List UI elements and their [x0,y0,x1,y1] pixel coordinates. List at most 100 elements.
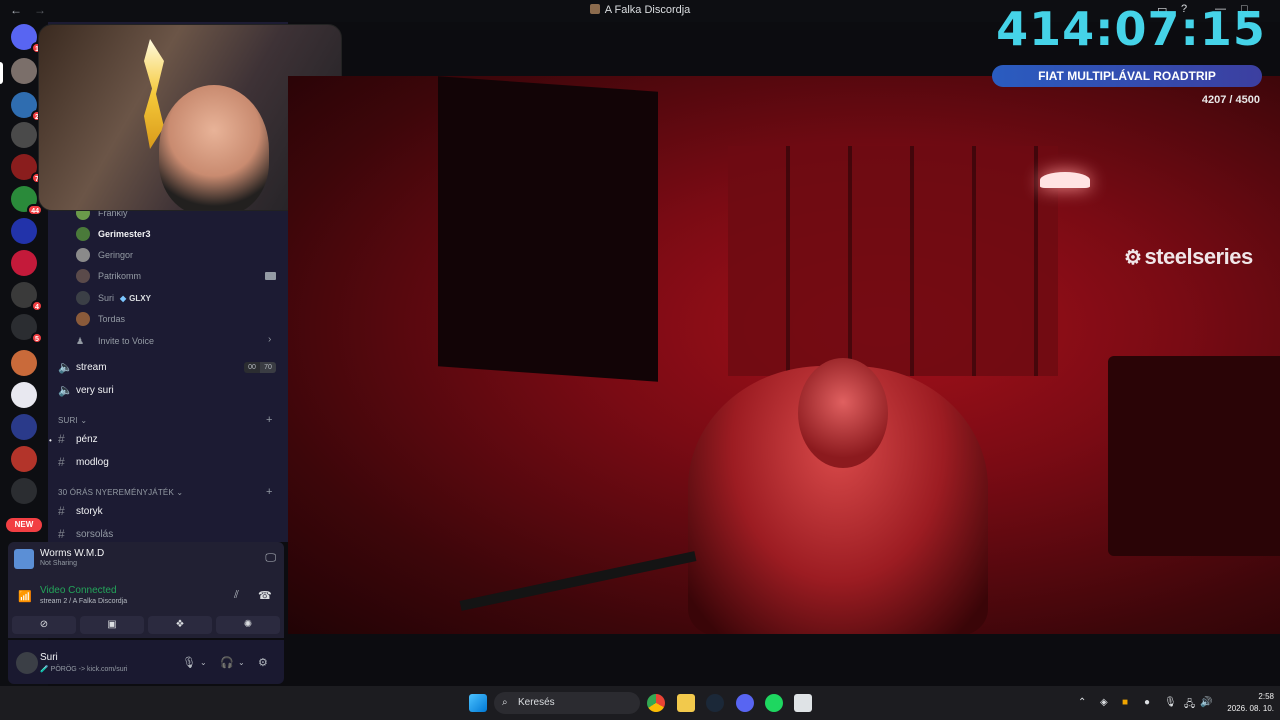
voice-member-patrikomm[interactable]: Patrikomm [76,267,141,285]
tray-steam-icon[interactable]: ◈ [1100,697,1108,708]
server-folder-icon[interactable]: 5 [11,314,43,344]
activities-icon: ❖ [175,619,185,630]
disconnect-icon[interactable]: ☎ [258,589,272,602]
hashtag-icon: # [58,455,65,469]
game-name: Worms W.M.D [40,548,105,559]
soundboard-button[interactable]: ✺ [216,616,280,634]
dark-doorway [438,76,658,382]
gem-icon: ◆ [120,293,127,303]
voice-member-suri[interactable]: Suri ◆ GLXY [76,289,151,307]
category-giveaway[interactable]: 30 ÓRÁS NYEREMÉNYJÁTÉK ⌄ [58,488,183,497]
camera-icon [265,272,276,280]
server-icon-11[interactable] [11,414,37,440]
soundboard-icon: ✺ [243,619,253,630]
discord-icon[interactable] [736,694,754,712]
add-channel-icon[interactable]: + [266,486,272,498]
text-channel-modlog[interactable]: # modlog [58,453,109,471]
file-explorer-icon[interactable] [677,694,695,712]
mic-arm [459,551,697,611]
category-suri[interactable]: suri ⌄ [58,416,87,425]
stream-video[interactable] [288,76,1280,634]
subathon-timer: 414:07:15 [996,2,1266,56]
bookshelf [728,146,1058,376]
new-badge: NEW [6,518,42,532]
windows-taskbar: ⌕ Keresés ⌃ ◈ ■ ● 🎙 🖧 🔊 2:58 2026. 08. 10… [0,686,1280,720]
goal-banner: FIAT MULTIPLÁVAL ROADTRIP [992,65,1262,87]
tray-volume-icon[interactable]: 🔊 [1200,697,1212,708]
steam-icon[interactable] [706,694,724,712]
activities-button[interactable]: ❖ [148,616,212,634]
server-icon-2[interactable]: 2 [11,92,43,122]
server-icon-4[interactable]: 7 [11,154,43,184]
server-icon-13[interactable] [11,478,37,504]
server-icon-3[interactable] [11,122,37,148]
speaker-icon: 🔈 [58,360,73,374]
invite-label: Invite to Voice [98,336,155,346]
chevron-down-icon[interactable]: ⌄ [238,658,245,667]
discord-home-icon[interactable]: 1 [11,24,43,54]
game-activity-panel: Worms W.M.D Not Sharing 🖵 [8,542,284,580]
user-panel: Suri 🧪 PÖRÖG -> kick.com/suri 🎙 ⌄ 🎧 ⌄ ⚙ [8,640,284,684]
voice-status-title[interactable]: Video Connected [40,585,117,596]
share-screen-icon[interactable]: 🖵 [265,552,276,565]
channel-label: sorsolás [76,528,114,540]
text-channel-sorsolas[interactable]: # sorsolás [58,525,113,543]
server-icon-5[interactable]: 44 [11,186,43,216]
text-channel-penz[interactable]: # pénz [58,430,98,448]
server-icon-8[interactable]: 4 [11,282,43,312]
voice-member-gerimester3[interactable]: Gerimester3 [76,225,151,243]
unread-marker: • [49,436,52,445]
member-name: Patrikomm [98,271,142,281]
headphones-icon[interactable]: 🎧 [220,656,234,669]
voice-member-tordas[interactable]: Tordas [76,310,125,328]
voice-user-count: 00 70 [244,362,276,373]
tray-chevron-up-icon[interactable]: ⌃ [1078,697,1086,708]
tray-network-icon[interactable]: 🖧 [1184,697,1195,714]
mention-badge: 5 [31,332,43,344]
channel-label: very suri [76,384,114,396]
server-logo-icon [589,4,600,14]
channel-label: modlog [76,456,109,468]
invite-to-voice-button[interactable]: ♟ Invite to Voice [76,332,154,350]
app-icon[interactable] [794,694,812,712]
voice-channel-stream[interactable]: 🔈 stream [58,358,107,376]
avatar [76,227,90,241]
server-icon-7[interactable] [11,250,37,276]
server-icon-1[interactable] [11,58,37,84]
member-name: Gerimester3 [98,229,151,239]
voice-status-subtitle[interactable]: stream 2 / A Falka Discordja [40,598,127,605]
user-name[interactable]: Suri [40,652,58,663]
tray-mic-icon[interactable]: 🎙 [1164,697,1177,708]
voice-member-geringor[interactable]: Geringor [76,246,133,264]
settings-gear-icon[interactable]: ⚙ [258,656,268,669]
chevron-right-icon: › [268,334,272,345]
camera-off-button[interactable]: ⊘ [12,616,76,634]
tag-label: GLXY [129,293,151,303]
server-icon-9[interactable] [11,350,37,376]
signal-icon: 📶 [18,591,32,603]
server-icon-10[interactable] [11,382,37,408]
hashtag-icon: # [58,527,65,541]
chevron-down-icon[interactable]: ⌄ [200,658,207,667]
game-share-status: Not Sharing [40,560,77,567]
server-icon-6[interactable] [11,218,37,244]
text-channel-storyk[interactable]: # storyk [58,502,103,520]
voice-channel-very-suri[interactable]: 🔈 very suri [58,381,114,399]
windows-start-icon[interactable] [469,694,487,712]
camera-off-icon: ⊘ [39,619,49,630]
member-name: Suri [98,293,115,303]
taskbar-search[interactable]: ⌕ Keresés [494,692,640,714]
tray-app-icon-2[interactable]: ● [1144,697,1150,708]
tray-app-icon[interactable]: ■ [1122,697,1128,708]
user-custom-status: 🧪 PÖRÖG -> kick.com/suri [40,666,128,673]
add-channel-icon[interactable]: + [266,414,272,426]
chrome-icon[interactable] [647,694,665,712]
spotify-icon[interactable] [765,694,783,712]
noise-suppression-icon[interactable]: ⫽ [234,589,239,602]
server-icon-12[interactable] [11,446,37,472]
microphone-icon[interactable]: 🎙 [182,656,196,669]
avatar[interactable] [16,652,38,674]
couch [1108,356,1280,556]
taskbar-clock[interactable]: 2:58 2026. 08. 10. [1218,691,1274,715]
screen-share-button[interactable]: ▣ [80,616,144,634]
